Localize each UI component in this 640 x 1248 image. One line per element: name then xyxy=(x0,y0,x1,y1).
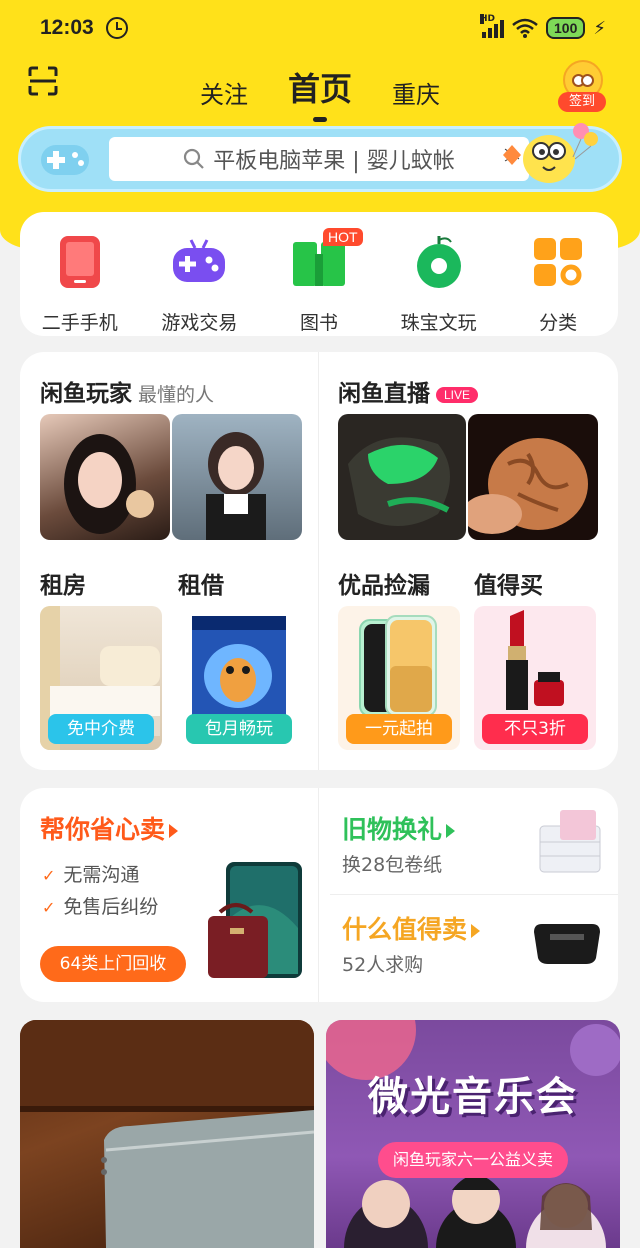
worth-title[interactable]: 值得买 xyxy=(474,566,543,600)
search-icon xyxy=(184,148,205,169)
arrow-right-icon xyxy=(471,924,481,938)
worth-selling-section[interactable]: 什么值得卖 xyxy=(342,910,481,946)
worth-selling-title: 什么值得卖 xyxy=(342,915,468,944)
category-label: 游戏交易 xyxy=(161,312,238,334)
live-photo[interactable] xyxy=(338,414,466,540)
phone-and-bag-icon xyxy=(208,862,302,978)
divider xyxy=(330,894,618,895)
top-header: 关注 首页 重庆 签到 xyxy=(0,56,640,126)
live-title: 闲鱼直播 xyxy=(338,381,430,407)
search-placeholder: 平板电脑苹果 | 婴儿蚊帐 xyxy=(213,149,455,174)
category-label: 分类 xyxy=(539,312,578,334)
tablet-photo-icon xyxy=(20,1020,314,1248)
exchange-section[interactable]: 旧物换礼 xyxy=(342,810,456,846)
gamepad-icon xyxy=(173,239,226,282)
category-jewelry[interactable]: 珠宝文玩 xyxy=(381,234,497,335)
divider xyxy=(318,788,319,1002)
check-icon: ✓ xyxy=(42,898,56,917)
category-phones[interactable]: 二手手机 xyxy=(22,234,138,335)
live-section[interactable]: 闲鱼直播 LIVE xyxy=(338,374,479,408)
tab-home[interactable]: 首页 xyxy=(288,64,352,110)
category-label: 珠宝文玩 xyxy=(400,312,477,334)
divider xyxy=(318,352,319,770)
tab-city[interactable]: 重庆 xyxy=(392,75,440,110)
status-time: 12:03 xyxy=(40,16,94,39)
arrow-right-icon xyxy=(169,824,179,838)
picks-pill: 一元起拍 xyxy=(346,714,452,744)
worth-photo[interactable]: 不只3折 xyxy=(474,606,596,750)
category-all[interactable]: 分类 xyxy=(500,234,616,335)
live-photo[interactable] xyxy=(468,414,598,540)
featured-card: 闲鱼玩家 最懂的人 闲鱼直播 LIVE 租房 免中介费 租借 包月畅玩 优品捡漏… xyxy=(20,352,618,770)
category-label: 二手手机 xyxy=(41,312,118,334)
category-books[interactable]: HOT 图书 xyxy=(261,228,377,335)
category-label: 图书 xyxy=(299,312,338,334)
mascot-icon xyxy=(503,123,598,183)
players-section[interactable]: 闲鱼玩家 最懂的人 xyxy=(40,374,214,408)
gamepad-deco-icon xyxy=(41,145,89,175)
sell-point: ✓ 免售后纠纷 xyxy=(42,892,158,919)
category-card: 二手手机 游戏交易 HOT 图书 珠宝文玩 分类 xyxy=(20,212,618,336)
concert-subtitle: 闲鱼玩家六一公益义卖 xyxy=(378,1142,568,1178)
wifi-icon xyxy=(512,18,538,38)
search-input[interactable]: 平板电脑苹果 | 婴儿蚊帐 xyxy=(109,137,529,181)
sell-title: 帮你省心卖 xyxy=(40,815,166,844)
category-games[interactable]: 游戏交易 xyxy=(141,234,257,335)
tab-follow[interactable]: 关注 xyxy=(200,75,248,110)
player-portrait-icon xyxy=(206,432,266,540)
alarm-icon xyxy=(105,17,128,39)
phone-icon xyxy=(59,236,100,288)
borrow-title[interactable]: 租借 xyxy=(178,566,224,600)
recycle-button[interactable]: 64类上门回收 xyxy=(40,946,186,982)
players-title: 闲鱼玩家 xyxy=(40,381,132,407)
hot-badge: HOT xyxy=(322,228,363,246)
walnut-photo-icon xyxy=(468,438,588,534)
player-photo[interactable] xyxy=(172,414,302,540)
player-portrait-icon xyxy=(64,434,154,534)
sell-point-text: 免售后纠纷 xyxy=(63,896,159,918)
charging-icon: ⚡ xyxy=(593,17,606,39)
sell-point: ✓ 无需沟通 xyxy=(42,860,139,887)
borrow-pill: 包月畅玩 xyxy=(186,714,292,744)
feed-item-photo[interactable] xyxy=(20,1020,314,1248)
rent-photo[interactable]: 免中介费 xyxy=(40,606,162,750)
picks-title[interactable]: 优品捡漏 xyxy=(338,566,430,600)
concert-title: 微光音乐会 xyxy=(368,1074,578,1120)
sell-point-text: 无需沟通 xyxy=(63,864,140,886)
search-bar: 平板电脑苹果 | 婴儿蚊帐 xyxy=(18,123,622,192)
battery-icon: 100 xyxy=(546,17,586,39)
signal-icon: HD xyxy=(480,14,504,38)
arrow-right-icon xyxy=(446,824,456,838)
game-console-icon xyxy=(534,924,600,964)
nav-tabs: 关注 首页 重庆 xyxy=(0,64,640,110)
battery-level: 100 xyxy=(554,20,578,36)
players-subtitle: 最懂的人 xyxy=(138,384,215,406)
jade-photo-icon xyxy=(348,437,450,526)
worth-selling-subtitle: 52人求购 xyxy=(342,954,424,976)
rent-title[interactable]: 租房 xyxy=(40,566,86,600)
exchange-title: 旧物换礼 xyxy=(342,815,443,844)
grid-icon xyxy=(534,238,583,286)
status-bar: 12:03 HD 100 ⚡ xyxy=(0,0,640,56)
signin-button[interactable]: 签到 xyxy=(558,60,606,112)
exchange-subtitle: 换28包卷纸 xyxy=(342,854,443,876)
signin-label: 签到 xyxy=(558,92,606,112)
sell-section[interactable]: 帮你省心卖 xyxy=(40,810,179,846)
picks-photo[interactable]: 一元起拍 xyxy=(338,606,460,750)
hd-label: HD xyxy=(480,14,496,24)
worth-pill: 不只3折 xyxy=(482,714,588,744)
sell-card: 帮你省心卖 ✓ 无需沟通 ✓ 免售后纠纷 64类上门回收 旧物换礼 换28包卷纸 什… xyxy=(20,788,618,1002)
live-badge: LIVE xyxy=(436,386,479,403)
player-photo[interactable] xyxy=(40,414,170,540)
borrow-photo[interactable]: 包月畅玩 xyxy=(178,606,300,750)
check-icon: ✓ xyxy=(42,866,56,885)
jade-icon xyxy=(416,236,461,288)
rent-pill: 免中介费 xyxy=(48,714,154,744)
tissue-pack-icon xyxy=(539,810,601,873)
concert-banner[interactable]: 微光音乐会 闲鱼玩家六一公益义卖 xyxy=(326,1020,620,1248)
concert-deco-icon xyxy=(326,1020,620,1248)
